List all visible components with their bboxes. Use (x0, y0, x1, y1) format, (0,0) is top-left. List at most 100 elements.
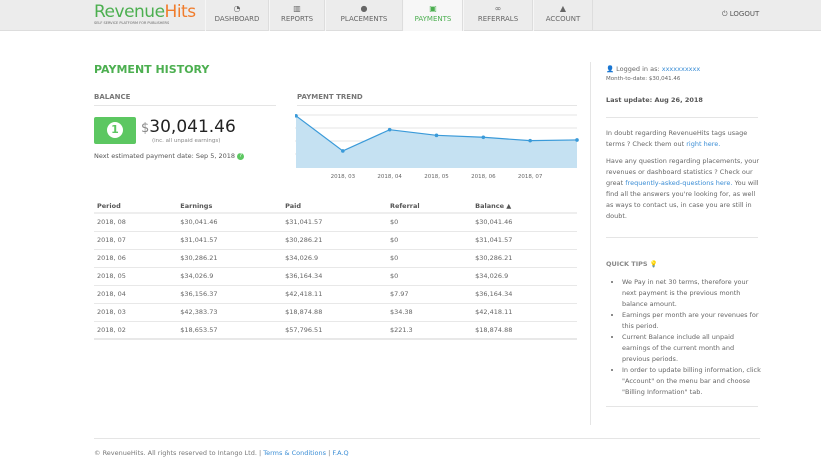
table-cell: $31,041.57 (282, 213, 387, 232)
bar-chart-icon: ▥ (293, 4, 301, 13)
table-row: 2018, 07 $31,041.57 $30,286.21 $0 $31,041.57 (94, 231, 577, 250)
terms-note: In doubt regarding RevenueHits tags usag… (606, 128, 761, 150)
data-point[interactable] (387, 127, 392, 132)
terms-text: In doubt regarding RevenueHits tags usag… (606, 129, 748, 148)
data-point[interactable] (575, 138, 579, 142)
footer-divider (94, 438, 760, 439)
logo-text: Revenue (94, 2, 165, 22)
trend-area (296, 115, 577, 168)
divider (606, 406, 758, 407)
top-navbar: RevenueHits SELF SERVICE PLATFORM FOR PU… (0, 0, 821, 31)
table-cell: $42,383.73 (177, 303, 283, 322)
table-cell: $0 (386, 249, 473, 268)
table-row: 2018, 02 $18,653.57 $57,796.51 $221.3 $18,87… (94, 321, 577, 340)
payment-table: Period Earnings Paid Referral Balance ▲ 2018,… (94, 200, 577, 340)
column-header[interactable]: Earnings (177, 200, 283, 214)
table-cell: $42,418.11 (282, 285, 387, 304)
x-tick-label: 2018, 05 (424, 174, 449, 180)
username-link[interactable]: xxxxxxxxxx (662, 65, 700, 73)
payment-trend-chart: 2018, 03 2018, 04 2018, 05 2018, 06 2018, 07 (295, 113, 579, 180)
table-cell: $34.38 (386, 303, 473, 322)
column-header[interactable]: Referral (386, 200, 473, 214)
dashboard-icon: ◔ (233, 4, 241, 13)
data-point[interactable] (528, 138, 532, 143)
terms-conditions-link[interactable]: Terms & Conditions (263, 449, 326, 457)
logout-button[interactable]: ⏻ LOGOUT (722, 10, 759, 19)
divider (590, 62, 591, 425)
tip-item: Current Balance include all unpaid earni… (622, 332, 761, 365)
terms-link[interactable]: right here. (686, 140, 720, 148)
user-icon: 👤 (606, 65, 615, 73)
copyright: © RevenueHits. All rights reserved to In… (94, 449, 264, 457)
column-header[interactable]: Balance ▲ (472, 200, 577, 214)
divider (606, 117, 758, 118)
globe-icon: ● (360, 4, 368, 13)
trend-heading: PAYMENT TREND (297, 93, 577, 106)
table-row: 2018, 06 $30,286.21 $34,026.9 $0 $30,286.21 (94, 249, 577, 268)
nav-account[interactable]: ▲ ACCOUNT (533, 0, 593, 31)
user-icon: ▲ (559, 4, 567, 13)
balance-heading: BALANCE (94, 93, 276, 106)
table-cell: $18,653.57 (177, 321, 283, 340)
table-cell: 2018, 05 (94, 267, 178, 286)
table-row: 2018, 08 $30,041.46 $31,041.57 $0 $30,041.46 (94, 213, 577, 232)
table-cell: $30,041.46 (177, 213, 283, 232)
faq-link[interactable]: frequently-asked-questions here. (625, 179, 732, 187)
table-cell: 2018, 03 (94, 303, 178, 322)
table-cell: $36,164.34 (282, 267, 387, 286)
column-header[interactable]: Period (94, 200, 178, 214)
table-cell: $31,041.57 (177, 231, 283, 250)
table-cell: 2018, 02 (94, 321, 178, 340)
data-point[interactable] (481, 135, 486, 140)
column-header[interactable]: Paid (282, 200, 387, 214)
mtd-label: Month-to-date: (606, 76, 648, 82)
x-tick-label: 2018, 06 (471, 174, 496, 180)
x-tick-label: 2018, 03 (331, 174, 356, 180)
nav-dashboard[interactable]: ◔ DASHBOARD (205, 0, 269, 31)
table-cell: 2018, 08 (94, 213, 178, 232)
nav-reports[interactable]: ▥ REPORTS (269, 0, 325, 31)
table-cell: 2018, 04 (94, 285, 178, 304)
help-icon[interactable]: ? (237, 152, 245, 160)
mtd-value: $30,041.46 (648, 76, 681, 82)
nav-label: ACCOUNT (545, 15, 581, 23)
tip-item: In order to update billing information, … (622, 365, 761, 398)
logo[interactable]: RevenueHits SELF SERVICE PLATFORM FOR PU… (94, 2, 196, 25)
footer: © RevenueHits. All rights reserved to In… (94, 449, 349, 457)
balance-note: (inc. all unpaid earnings) (152, 138, 221, 144)
money-icon: ▣ (429, 4, 437, 13)
nav-placements[interactable]: ● PLACEMENTS (325, 0, 403, 31)
main-nav: ◔ DASHBOARD ▥ REPORTS ● PLACEMENTS ▣ PAYMENTS ∞ R… (205, 0, 593, 31)
table-cell: $57,796.51 (282, 321, 387, 340)
next-payment-text: Next estimated payment date: Sep 5, 2018 (94, 152, 236, 160)
nav-label: PAYMENTS (414, 15, 452, 23)
nav-payments[interactable]: ▣ PAYMENTS (403, 0, 463, 31)
nav-label: REFERRALS (477, 15, 519, 23)
quick-tips-list: We Pay in net 30 terms, therefore your n… (606, 277, 761, 398)
faq-note: Have any question regarding placements, … (606, 156, 761, 222)
next-payment-date: Next estimated payment date: Sep 5, 2018… (94, 152, 245, 160)
table-cell: $31,041.57 (472, 231, 577, 250)
x-tick-label: 2018, 04 (377, 174, 402, 180)
table-row: 2018, 05 $34,026.9 $36,164.34 $0 $34,026.9 (94, 267, 577, 286)
x-tick-label: 2018, 07 (518, 174, 543, 180)
table-cell: $0 (386, 231, 473, 250)
logged-label: Logged in as: (616, 65, 660, 73)
table-cell: $0 (386, 213, 473, 232)
faq-footer-link[interactable]: F.A.Q (332, 449, 348, 457)
data-point[interactable] (434, 133, 439, 138)
table-cell: $30,286.21 (177, 249, 283, 268)
page-title: PAYMENT HISTORY (94, 63, 210, 76)
tip-item: Earnings per month are your revenues for… (622, 310, 761, 332)
table-row: 2018, 03 $42,383.73 $18,874.88 $34.38 $42,41… (94, 303, 577, 322)
table-cell: $34,026.9 (472, 267, 577, 286)
nav-referrals[interactable]: ∞ REFERRALS (463, 0, 533, 31)
table-cell: $36,164.34 (472, 285, 577, 304)
table-cell: $30,041.46 (472, 213, 577, 232)
balance-value: 30,041.46 (149, 117, 236, 137)
data-point[interactable] (341, 149, 345, 153)
table-row: 2018, 04 $36,156.37 $42,418.11 $7.97 $36,164… (94, 285, 577, 304)
table-cell: 2018, 07 (94, 231, 178, 250)
last-update: Last update: Aug 26, 2018 (606, 96, 703, 104)
table-cell: $30,286.21 (282, 231, 387, 250)
